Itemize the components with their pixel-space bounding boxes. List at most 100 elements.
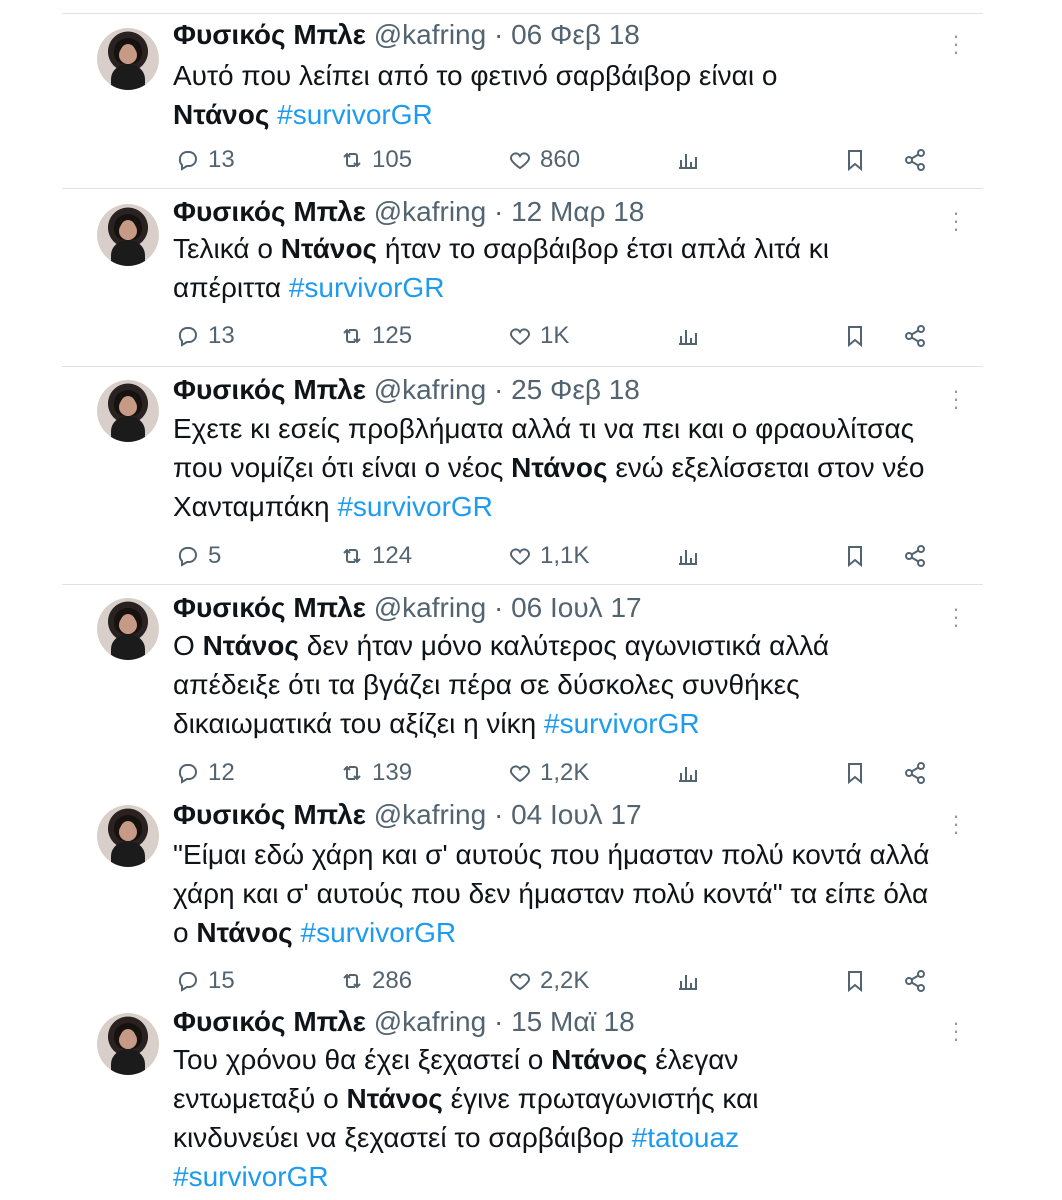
more-vertical-icon[interactable]: · · · (950, 202, 962, 240)
hashtag-link[interactable]: #survivorGR (277, 99, 433, 130)
views-button[interactable] (676, 539, 700, 573)
display-name[interactable]: Φυσικός Μπλε (173, 1006, 366, 1037)
retweet-button[interactable]: 125 (340, 319, 412, 353)
reply-icon (176, 324, 208, 348)
bookmark-icon (843, 761, 867, 785)
retweets-count: 124 (372, 542, 413, 569)
tweet-header: Φυσικός Μπλε @kafring · 25 Φεβ 18 (173, 373, 640, 407)
like-button[interactable]: 1K (508, 319, 569, 353)
tweet-text: Ο Ντάνος δεν ήταν μόνο καλύτερος αγωνιστ… (173, 626, 913, 743)
handle[interactable]: @kafring (374, 799, 486, 830)
highlighted-term: Ντάνος (346, 1083, 443, 1114)
tweet-text: Εχετε κι εσείς προβλήματα αλλά τι να πει… (173, 409, 933, 526)
hashtag-link[interactable]: #survivorGR (173, 1161, 329, 1192)
bookmark-button[interactable] (843, 964, 867, 998)
like-button[interactable]: 860 (508, 143, 580, 177)
handle[interactable]: @kafring (374, 592, 486, 623)
views-button[interactable] (676, 143, 700, 177)
tweet-actions: 5 124 1,1K (0, 539, 1062, 573)
separator: · (493, 1006, 504, 1037)
avatar[interactable] (97, 1013, 159, 1075)
like-button[interactable]: 2,2K (508, 964, 589, 998)
retweet-button[interactable]: 286 (340, 964, 412, 998)
display-name[interactable]: Φυσικός Μπλε (173, 19, 366, 50)
reply-button[interactable]: 15 (176, 964, 235, 998)
more-vertical-icon[interactable]: · · · (950, 598, 962, 636)
like-button[interactable]: 1,1K (508, 539, 589, 573)
retweet-button[interactable]: 139 (340, 756, 412, 790)
share-icon (903, 761, 927, 785)
highlighted-term: Ντάνος (280, 233, 378, 264)
replies-count: 12 (208, 759, 235, 786)
separator: · (493, 799, 504, 830)
tweet-actions: 13 125 1K (0, 319, 1062, 353)
tweet-header: Φυσικός Μπλε @kafring · 04 Ιουλ 17 (173, 798, 642, 832)
text-segment: Ο (173, 630, 203, 661)
retweet-icon (340, 148, 372, 172)
separator: · (493, 19, 504, 50)
more-vertical-icon[interactable]: · · · (950, 25, 962, 63)
views-button[interactable] (676, 319, 700, 353)
handle[interactable]: @kafring (374, 196, 486, 227)
share-button[interactable] (903, 143, 927, 177)
bookmark-button[interactable] (843, 143, 867, 177)
more-vertical-icon[interactable]: · · · (950, 805, 962, 843)
tweet-actions: 13 105 860 (0, 143, 1062, 177)
share-icon (903, 148, 927, 172)
separator: · (493, 374, 504, 405)
handle[interactable]: @kafring (374, 1006, 486, 1037)
bookmark-button[interactable] (843, 319, 867, 353)
views-button[interactable] (676, 756, 700, 790)
hashtag-link[interactable]: #survivorGR (301, 917, 457, 948)
analytics-icon (676, 761, 700, 785)
bookmark-button[interactable] (843, 756, 867, 790)
avatar[interactable] (97, 28, 159, 90)
timestamp[interactable]: 25 Φεβ 18 (511, 374, 640, 405)
avatar[interactable] (97, 380, 159, 442)
hashtag-link[interactable]: #survivorGR (337, 491, 493, 522)
hashtag-link[interactable]: #survivorGR (289, 272, 445, 303)
display-name[interactable]: Φυσικός Μπλε (173, 196, 366, 227)
reply-button[interactable]: 13 (176, 319, 235, 353)
views-button[interactable] (676, 964, 700, 998)
avatar[interactable] (97, 598, 159, 660)
timestamp[interactable]: 06 Ιουλ 17 (511, 592, 642, 623)
display-name[interactable]: Φυσικός Μπλε (173, 592, 366, 623)
reply-icon (176, 761, 208, 785)
reply-icon (176, 148, 208, 172)
highlighted-term: Ντάνος (511, 452, 608, 483)
share-button[interactable] (903, 756, 927, 790)
tweet-header: Φυσικός Μπλε @kafring · 15 Μαϊ 18 (173, 1005, 635, 1039)
heart-icon (508, 761, 540, 785)
reply-button[interactable]: 13 (176, 143, 235, 177)
analytics-icon (676, 148, 700, 172)
reply-button[interactable]: 12 (176, 756, 235, 790)
more-vertical-icon[interactable]: · · · (950, 380, 962, 418)
highlighted-term: Ντάνος (551, 1044, 648, 1075)
retweet-button[interactable]: 105 (340, 143, 412, 177)
handle[interactable]: @kafring (374, 19, 486, 50)
handle[interactable]: @kafring (374, 374, 486, 405)
replies-count: 13 (208, 146, 235, 173)
display-name[interactable]: Φυσικός Μπλε (173, 799, 366, 830)
retweet-button[interactable]: 124 (340, 539, 412, 573)
timestamp[interactable]: 15 Μαϊ 18 (511, 1006, 635, 1037)
share-button[interactable] (903, 539, 927, 573)
hashtag-link[interactable]: #tatouaz (632, 1122, 739, 1153)
highlighted-term: Ντάνος (196, 917, 293, 948)
timestamp[interactable]: 06 Φεβ 18 (511, 19, 640, 50)
like-button[interactable]: 1,2K (508, 756, 589, 790)
display-name[interactable]: Φυσικός Μπλε (173, 374, 366, 405)
bookmark-button[interactable] (843, 539, 867, 573)
divider (62, 584, 983, 585)
reply-button[interactable]: 5 (176, 539, 221, 573)
timestamp[interactable]: 12 Μαρ 18 (511, 196, 644, 227)
more-vertical-icon[interactable]: · · · (950, 1012, 962, 1050)
hashtag-link[interactable]: #survivorGR (544, 708, 700, 739)
avatar[interactable] (97, 805, 159, 867)
share-button[interactable] (903, 964, 927, 998)
share-button[interactable] (903, 319, 927, 353)
avatar[interactable] (97, 204, 159, 266)
text-segment: Τελικά ο (173, 233, 281, 264)
timestamp[interactable]: 04 Ιουλ 17 (511, 799, 642, 830)
